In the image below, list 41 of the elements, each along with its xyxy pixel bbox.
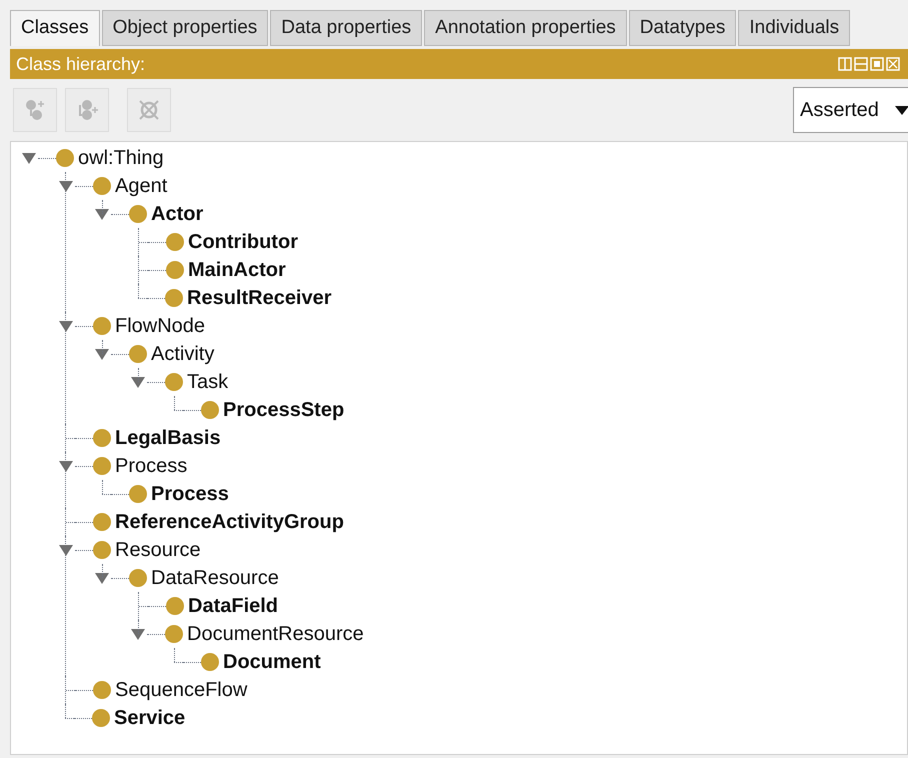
class-label[interactable]: Actor (151, 199, 204, 229)
class-label[interactable]: FlowNode (115, 311, 206, 341)
tab[interactable]: Object properties (102, 10, 268, 46)
class-label[interactable]: ProcessStep (223, 395, 344, 425)
class-label[interactable]: Contributor (188, 227, 298, 257)
class-label[interactable]: Document (223, 647, 321, 677)
class-label[interactable]: LegalBasis (115, 423, 221, 453)
tab[interactable]: Data properties (270, 10, 422, 46)
class-label[interactable]: Process (151, 479, 229, 509)
expand-toggle-icon[interactable] (94, 347, 110, 361)
expand-toggle-icon[interactable] (94, 571, 110, 585)
tab[interactable]: Annotation properties (424, 10, 627, 46)
class-label[interactable]: DataField (188, 591, 278, 621)
class-label[interactable]: Process (115, 451, 188, 481)
class-label[interactable]: Service (114, 703, 186, 733)
class-label[interactable]: ReferenceActivityGroup (115, 507, 344, 537)
expand-toggle-icon[interactable] (58, 319, 74, 333)
class-label[interactable]: DocumentResource (187, 619, 364, 649)
tab[interactable]: Classes (10, 10, 100, 46)
tab[interactable]: Individuals (738, 10, 850, 46)
class-label[interactable]: ResultReceiver (187, 283, 332, 313)
expand-toggle-icon[interactable] (58, 459, 74, 473)
class-label[interactable]: Task (187, 367, 228, 397)
expand-toggle-icon[interactable] (21, 151, 37, 165)
expand-toggle-icon[interactable] (130, 627, 146, 641)
class-label[interactable]: MainActor (188, 255, 286, 285)
panel-title: Class hierarchy: (16, 52, 146, 76)
tab[interactable]: Datatypes (628, 10, 736, 46)
class-label[interactable]: Agent (115, 171, 168, 201)
view-select[interactable]: Asserted (793, 87, 908, 133)
class-label[interactable]: owl:Thing (78, 143, 164, 173)
expand-toggle-icon[interactable] (58, 179, 74, 193)
class-label[interactable]: SequenceFlow (115, 675, 248, 705)
expand-toggle-icon[interactable] (130, 375, 146, 389)
expand-toggle-icon[interactable] (58, 543, 74, 557)
class-label[interactable]: DataResource (151, 563, 279, 593)
expand-toggle-icon[interactable] (94, 207, 110, 221)
class-label[interactable]: Resource (115, 535, 201, 565)
view-controls-icon[interactable] (838, 57, 902, 71)
class-label[interactable]: Activity (151, 339, 214, 369)
caret-icon (895, 106, 908, 114)
